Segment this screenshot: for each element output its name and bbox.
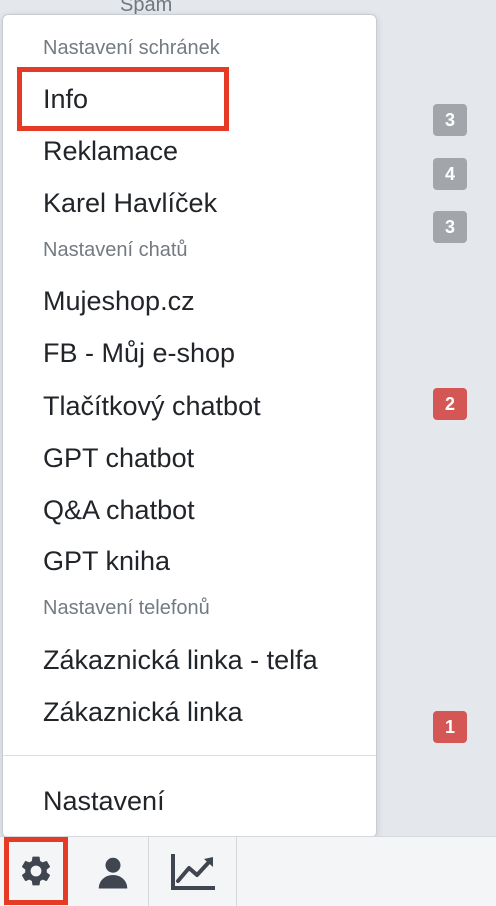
menu-item-qa-chatbot[interactable]: Q&A chatbot (43, 495, 195, 526)
bottom-toolbar (0, 836, 496, 906)
highlight-frame (17, 67, 229, 131)
trend-chart-icon (171, 854, 215, 890)
menu-item-karel-havlicek[interactable]: Karel Havlíček (43, 188, 217, 219)
menu-item-mujeshop[interactable]: Mujeshop.cz (43, 286, 195, 317)
menu-divider (3, 755, 376, 756)
menu-item-customer-line[interactable]: Zákaznická linka (43, 697, 243, 728)
menu-item-fb-muj-eshop[interactable]: FB - Můj e-shop (43, 338, 235, 369)
unread-count-badge: 2 (433, 388, 467, 420)
statistics-button[interactable] (150, 837, 237, 906)
unread-count-badge: 3 (433, 104, 467, 136)
profile-button[interactable] (78, 837, 149, 906)
menu-item-reklamace[interactable]: Reklamace (43, 136, 178, 167)
menu-item-gpt-chatbot[interactable]: GPT chatbot (43, 443, 194, 474)
settings-button[interactable] (4, 837, 68, 905)
gear-icon (21, 856, 51, 886)
settings-dropdown-menu: Nastavení schránek Info Reklamace Karel … (2, 14, 377, 838)
section-header-mailboxes: Nastavení schránek (43, 37, 220, 59)
section-header-phones: Nastavení telefonů (43, 597, 210, 619)
user-icon (98, 857, 128, 889)
menu-item-gpt-kniha[interactable]: GPT kniha (43, 546, 170, 577)
menu-item-settings[interactable]: Nastavení (43, 786, 165, 817)
unread-count-badge: 4 (433, 158, 467, 190)
menu-item-customer-line-telfa[interactable]: Zákaznická linka - telfa (43, 645, 318, 676)
section-header-chats: Nastavení chatů (43, 239, 188, 261)
unread-count-badge: 3 (433, 211, 467, 243)
menu-item-button-chatbot[interactable]: Tlačítkový chatbot (43, 391, 261, 422)
unread-count-badge: 1 (433, 711, 467, 743)
